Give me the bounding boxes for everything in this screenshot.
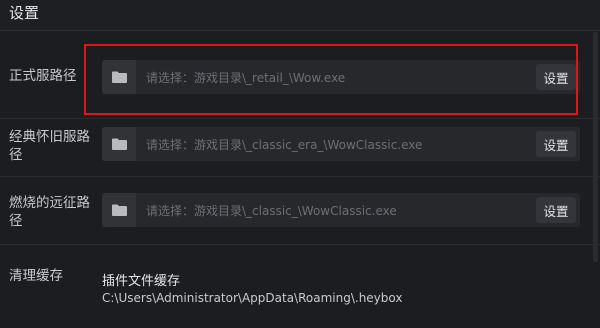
classic-era-path-label: 经典怀旧服路径: [9, 129, 90, 163]
title-bar: 设置: [0, 0, 600, 30]
classic-era-browse-button[interactable]: [102, 127, 136, 161]
tbc-set-button[interactable]: 设置: [536, 197, 576, 223]
clear-cache-label: 清理缓存: [9, 268, 63, 284]
divider: [0, 30, 600, 31]
scrollbar[interactable]: [593, 32, 598, 262]
tbc-browse-button[interactable]: [102, 193, 136, 227]
retail-path-label: 正式服路径: [9, 68, 77, 84]
folder-icon: [111, 138, 127, 150]
plugin-cache-title: 插件文件缓存: [102, 274, 181, 289]
plugin-cache-path: C:\Users\Administrator\AppData\Roaming\.…: [102, 291, 403, 305]
folder-icon: [111, 204, 127, 216]
window-title: 设置: [9, 4, 40, 22]
classic-era-path-field[interactable]: 请选择：游戏目录\_classic_era_\WowClassic.exe 设置: [102, 127, 580, 161]
divider: [0, 118, 600, 119]
highlight-box: [84, 44, 578, 115]
divider: [0, 176, 600, 177]
divider: [0, 244, 600, 245]
tbc-path-label: 燃烧的远征路径: [9, 195, 90, 229]
tbc-path-field[interactable]: 请选择：游戏目录\_classic_\WowClassic.exe 设置: [102, 193, 580, 227]
classic-era-set-button[interactable]: 设置: [536, 131, 576, 157]
tbc-path-placeholder: 请选择：游戏目录\_classic_\WowClassic.exe: [146, 204, 397, 218]
classic-era-path-placeholder: 请选择：游戏目录\_classic_era_\WowClassic.exe: [146, 138, 423, 152]
